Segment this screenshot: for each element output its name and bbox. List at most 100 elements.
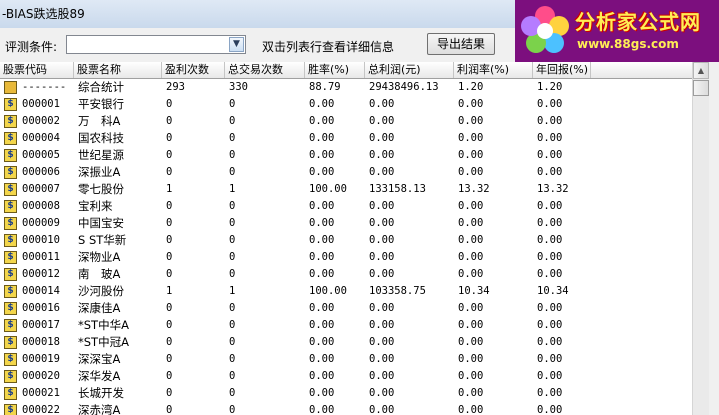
cell-win-rate: 0.00	[309, 387, 335, 399]
table-row[interactable]: $000017 *ST中华A 0 0 0.00 0.00 0.00 0.00	[0, 317, 692, 334]
header-col-code[interactable]: 股票代码	[0, 62, 74, 78]
cell-profit: 0.00	[369, 268, 395, 280]
stock-dollar-icon: $	[4, 166, 17, 179]
cell-profit-rate: 0.00	[458, 370, 484, 382]
cell-name: 深物业A	[78, 250, 121, 264]
table-row[interactable]: $000001 平安银行 0 0 0.00 0.00 0.00 0.00	[0, 96, 692, 113]
header-col-wins[interactable]: 盈利次数	[162, 62, 225, 78]
cell-profit-rate: 0.00	[458, 404, 484, 415]
table-row[interactable]: $000008 宝利来 0 0 0.00 0.00 0.00 0.00	[0, 198, 692, 215]
cell-profit-rate: 0.00	[458, 251, 484, 263]
chevron-down-icon[interactable]: ▼	[229, 37, 244, 52]
cell-profit-rate: 0.00	[458, 200, 484, 212]
header-col-trades[interactable]: 总交易次数	[225, 62, 305, 78]
cell-code: 000021	[22, 387, 60, 399]
cell-profit: 0.00	[369, 234, 395, 246]
cell-wins: 0	[166, 268, 173, 280]
cell-trades: 0	[229, 336, 236, 348]
cell-name: *ST中冠A	[78, 335, 129, 349]
cell-profit: 0.00	[369, 149, 395, 161]
cell-wins: 0	[166, 132, 173, 144]
stock-dollar-icon: $	[4, 149, 17, 162]
cell-code: 000008	[22, 200, 60, 212]
header-col-profit[interactable]: 总利润(元)	[365, 62, 454, 78]
table-row[interactable]: $000021 长城开发 0 0 0.00 0.00 0.00 0.00	[0, 385, 692, 402]
cell-annual: 0.00	[537, 302, 563, 314]
cell-wins: 0	[166, 336, 173, 348]
cell-trades: 0	[229, 302, 236, 314]
cell-name: 深华发A	[78, 369, 121, 383]
table-row[interactable]: $000011 深物业A 0 0 0.00 0.00 0.00 0.00	[0, 249, 692, 266]
table-row[interactable]: $000014 沙河股份 1 1 100.00 103358.75 10.34 10.34	[0, 283, 692, 300]
stock-dollar-icon: $	[4, 132, 17, 145]
logo-url: www.88gs.com	[577, 37, 679, 51]
cell-trades: 0	[229, 132, 236, 144]
filter-select[interactable]: ▼	[66, 35, 246, 54]
cell-wins: 0	[166, 353, 173, 365]
table-row[interactable]: $000018 *ST中冠A 0 0 0.00 0.00 0.00 0.00	[0, 334, 692, 351]
cell-code: 000022	[22, 404, 60, 415]
cell-code: 000016	[22, 302, 60, 314]
cell-trades: 0	[229, 200, 236, 212]
table-row[interactable]: $000007 零七股份 1 1 100.00 133158.13 13.32 13.32	[0, 181, 692, 198]
cell-trades: 0	[229, 234, 236, 246]
table-row[interactable]: $000020 深华发A 0 0 0.00 0.00 0.00 0.00	[0, 368, 692, 385]
header-col-annual[interactable]: 年回报(%)	[533, 62, 591, 78]
cell-profit: 133158.13	[369, 183, 426, 195]
folder-icon	[4, 81, 17, 94]
cell-win-rate: 0.00	[309, 336, 335, 348]
cell-win-rate: 0.00	[309, 353, 335, 365]
table-row[interactable]: $000006 深振业A 0 0 0.00 0.00 0.00 0.00	[0, 164, 692, 181]
scroll-up-icon[interactable]: ▲	[693, 62, 709, 79]
table-row[interactable]: $000010 S ST华新 0 0 0.00 0.00 0.00 0.00	[0, 232, 692, 249]
cell-trades: 0	[229, 98, 236, 110]
table-row[interactable]: ------- 综合统计 293 330 88.79 29438496.13 1.20 1.2…	[0, 79, 692, 96]
table-row[interactable]: $000004 国农科技 0 0 0.00 0.00 0.00 0.00	[0, 130, 692, 147]
table-row[interactable]: $000005 世纪星源 0 0 0.00 0.00 0.00 0.00	[0, 147, 692, 164]
stock-dollar-icon: $	[4, 387, 17, 400]
cell-profit: 103358.75	[369, 285, 426, 297]
header-col-profit-rate[interactable]: 利润率(%)	[454, 62, 533, 78]
export-button[interactable]: 导出结果	[427, 33, 495, 55]
cell-annual: 0.00	[537, 404, 563, 415]
cell-code: 000012	[22, 268, 60, 280]
table-row[interactable]: $000002 万 科A 0 0 0.00 0.00 0.00 0.00	[0, 113, 692, 130]
vertical-scrollbar[interactable]: ▲	[692, 62, 709, 415]
stock-dollar-icon: $	[4, 404, 17, 415]
stock-dollar-icon: $	[4, 285, 17, 298]
cell-profit-rate: 0.00	[458, 268, 484, 280]
cell-code: 000004	[22, 132, 60, 144]
cell-win-rate: 0.00	[309, 302, 335, 314]
cell-trades: 0	[229, 319, 236, 331]
results-table[interactable]: 股票代码 股票名称 盈利次数 总交易次数 胜率(%) 总利润(元) 利润率(%) 年回报(%)…	[0, 62, 692, 415]
table-row[interactable]: $000009 中国宝安 0 0 0.00 0.00 0.00 0.00	[0, 215, 692, 232]
cell-profit: 0.00	[369, 251, 395, 263]
cell-profit: 0.00	[369, 115, 395, 127]
table-row[interactable]: $000016 深康佳A 0 0 0.00 0.00 0.00 0.00	[0, 300, 692, 317]
cell-name: 零七股份	[78, 182, 124, 196]
cell-annual: 0.00	[537, 268, 563, 280]
scroll-thumb[interactable]	[693, 80, 709, 96]
cell-win-rate: 0.00	[309, 217, 335, 229]
table-row[interactable]: $000019 深深宝A 0 0 0.00 0.00 0.00 0.00	[0, 351, 692, 368]
cell-trades: 0	[229, 149, 236, 161]
table-row[interactable]: $000022 深赤湾A 0 0 0.00 0.00 0.00 0.00	[0, 402, 692, 415]
cell-profit-rate: 13.32	[458, 183, 490, 195]
cell-trades: 0	[229, 404, 236, 415]
cell-profit-rate: 0.00	[458, 217, 484, 229]
cell-profit-rate: 0.00	[458, 302, 484, 314]
cell-win-rate: 0.00	[309, 200, 335, 212]
cell-name: 国农科技	[78, 131, 124, 145]
cell-profit: 0.00	[369, 200, 395, 212]
cell-trades: 0	[229, 166, 236, 178]
cell-annual: 0.00	[537, 149, 563, 161]
cell-profit-rate: 0.00	[458, 115, 484, 127]
cell-annual: 0.00	[537, 234, 563, 246]
cell-annual: 0.00	[537, 132, 563, 144]
cell-win-rate: 0.00	[309, 149, 335, 161]
stock-dollar-icon: $	[4, 183, 17, 196]
cell-profit-rate: 0.00	[458, 336, 484, 348]
table-row[interactable]: $000012 南 玻A 0 0 0.00 0.00 0.00 0.00	[0, 266, 692, 283]
header-col-name[interactable]: 股票名称	[74, 62, 162, 78]
header-col-win-rate[interactable]: 胜率(%)	[305, 62, 365, 78]
